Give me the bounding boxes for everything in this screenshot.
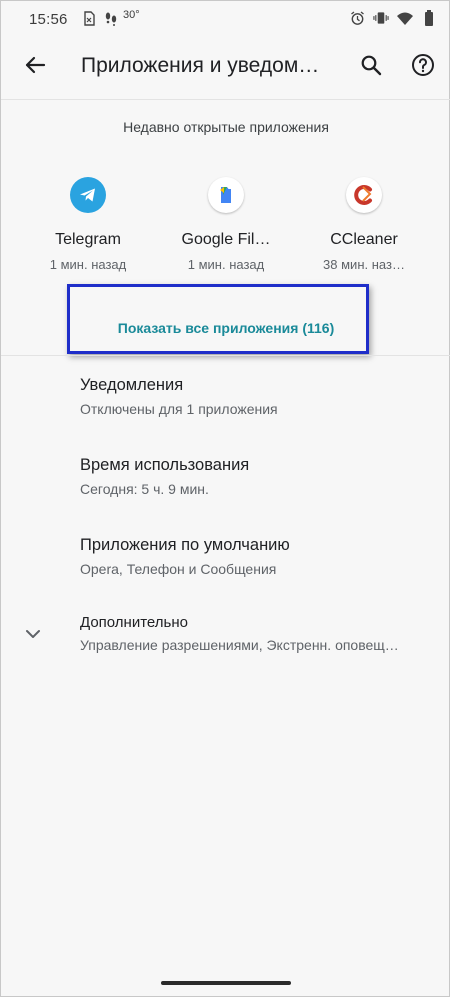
page-title: Приложения и уведом… (81, 54, 320, 77)
app-name: Telegram (55, 231, 121, 248)
app-last-used: 38 мин. наз… (323, 257, 405, 272)
chevron-down-icon (21, 622, 45, 646)
telegram-icon (70, 177, 106, 213)
status-bar: 15:56 30° (1, 1, 450, 37)
arrow-back-icon (24, 54, 46, 81)
google-files-icon (208, 177, 244, 213)
app-name: Google Fil… (181, 231, 271, 248)
pref-summary: Управление разрешениями, Экстренн. опове… (80, 637, 399, 653)
pref-default-apps[interactable]: Приложения по умолчанию Opera, Телефон и… (1, 536, 450, 606)
pref-title: Приложения по умолчанию (80, 536, 290, 554)
app-last-used: 1 мин. назад (187, 257, 265, 272)
alarm-icon (349, 10, 365, 26)
help-button[interactable] (403, 47, 443, 87)
recent-app-ccleaner[interactable]: CCleaner 38 мин. наз… (299, 177, 429, 272)
footprints-icon (103, 10, 119, 26)
pref-screen-time[interactable]: Время использования Сегодня: 5 ч. 9 мин. (1, 456, 450, 526)
sim-card-icon (81, 10, 97, 26)
search-icon (360, 54, 382, 81)
search-button[interactable] (351, 47, 391, 87)
highlight-frame (67, 284, 369, 354)
app-bar: Приложения и уведом… (1, 37, 450, 97)
status-time: 15:56 (29, 11, 68, 28)
help-icon (411, 53, 435, 82)
section-divider (1, 355, 450, 356)
app-name: CCleaner (330, 231, 398, 248)
recent-apps-list: Telegram 1 мин. назад Google Fil… 1 мин.… (1, 177, 450, 287)
show-all-apps-button[interactable]: Показать все приложения (116) (1, 320, 450, 336)
ccleaner-icon (346, 177, 382, 213)
pref-summary: Отключены для 1 приложения (80, 401, 278, 417)
wifi-icon (397, 10, 413, 26)
back-button[interactable] (15, 47, 55, 87)
temperature-label: 30° (123, 9, 140, 21)
pref-advanced[interactable]: Дополнительно Управление разрешениями, Э… (1, 614, 450, 684)
vibrate-icon (373, 10, 389, 26)
pref-summary: Сегодня: 5 ч. 9 мин. (80, 481, 209, 497)
pref-summary: Opera, Телефон и Сообщения (80, 561, 277, 577)
gesture-nav-handle[interactable] (161, 981, 291, 985)
recent-app-telegram[interactable]: Telegram 1 мин. назад (23, 177, 153, 272)
app-last-used: 1 мин. назад (49, 257, 127, 272)
battery-icon (421, 10, 437, 26)
pref-title: Дополнительно (80, 614, 188, 631)
recent-app-google-files[interactable]: Google Fil… 1 мин. назад (161, 177, 291, 272)
app-bar-divider (1, 99, 450, 100)
pref-notifications[interactable]: Уведомления Отключены для 1 приложения (1, 376, 450, 446)
pref-title: Уведомления (80, 376, 184, 394)
recent-apps-header: Недавно открытые приложения (123, 119, 329, 135)
pref-title: Время использования (80, 456, 250, 474)
